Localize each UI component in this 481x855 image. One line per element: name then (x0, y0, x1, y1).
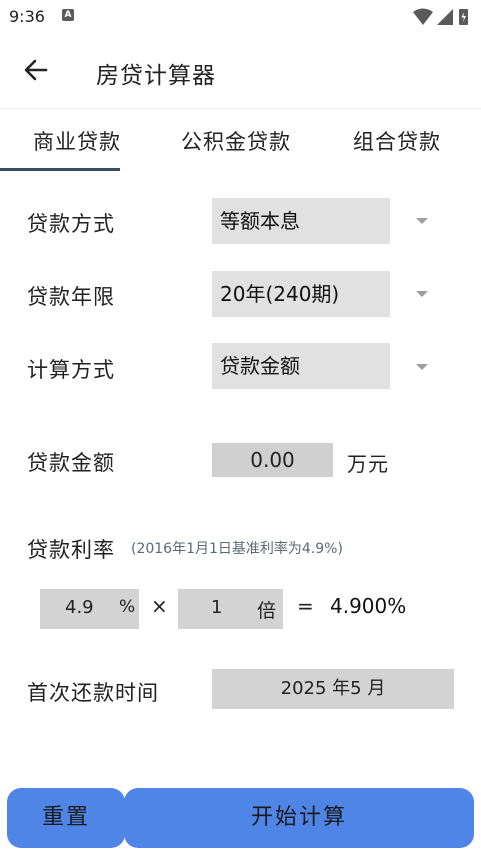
loan-method-select[interactable]: 等额本息 (212, 198, 390, 244)
app-bar: 房贷计算器 (0, 34, 481, 109)
back-arrow-icon[interactable] (22, 56, 50, 84)
tab-indicator (0, 168, 120, 171)
reset-button[interactable]: 重置 (7, 788, 125, 848)
loan-term-label: 贷款年限 (27, 285, 115, 309)
loan-amount-unit: 万元 (347, 452, 389, 476)
tab-provident-fund-loan[interactable]: 公积金贷款 (181, 126, 291, 156)
loan-method-label: 贷款方式 (27, 212, 115, 236)
status-bar: 9:36 A (0, 0, 481, 34)
page-title: 房贷计算器 (96, 63, 216, 89)
base-rate-input[interactable]: 4.9 % (40, 589, 139, 629)
first-payment-picker[interactable]: 2025 年5 月 (212, 669, 454, 709)
loan-rate-note: (2016年1月1日基准利率为4.9%) (131, 541, 343, 557)
status-time: 9:36 (9, 7, 45, 26)
chevron-down-icon[interactable] (416, 218, 428, 224)
chevron-down-icon[interactable] (416, 291, 428, 297)
loan-amount-input[interactable]: 0.00 (212, 443, 333, 477)
rate-multiplier-value: 1 (211, 597, 223, 618)
tab-commercial-loan[interactable]: 商业贷款 (33, 126, 121, 156)
first-payment-label: 首次还款时间 (27, 681, 159, 705)
loan-term-select[interactable]: 20年(240期) (212, 271, 390, 317)
loan-rate-label: 贷款利率 (27, 538, 115, 562)
calculate-button[interactable]: 开始计算 (124, 788, 474, 848)
rate-multiplier-unit: 倍 (257, 600, 277, 622)
chevron-down-icon[interactable] (416, 364, 428, 370)
final-rate-value: 4.900% (330, 594, 407, 618)
equals-sign: = (297, 594, 314, 618)
signal-icon (437, 9, 453, 25)
wifi-icon (413, 8, 433, 25)
calc-method-label: 计算方式 (27, 358, 115, 382)
loan-amount-label: 贷款金额 (27, 451, 115, 475)
tab-combined-loan[interactable]: 组合贷款 (353, 126, 441, 156)
status-icons (413, 8, 468, 25)
loan-type-tabs: 商业贷款 公积金贷款 组合贷款 (0, 108, 481, 172)
calc-method-select[interactable]: 贷款金额 (212, 343, 390, 389)
base-rate-unit: % (119, 597, 136, 617)
base-rate-value: 4.9 (65, 597, 94, 618)
notification-icon: A (62, 9, 74, 21)
multiply-sign: × (151, 594, 168, 618)
rate-multiplier-input[interactable]: 1 倍 (178, 589, 283, 629)
